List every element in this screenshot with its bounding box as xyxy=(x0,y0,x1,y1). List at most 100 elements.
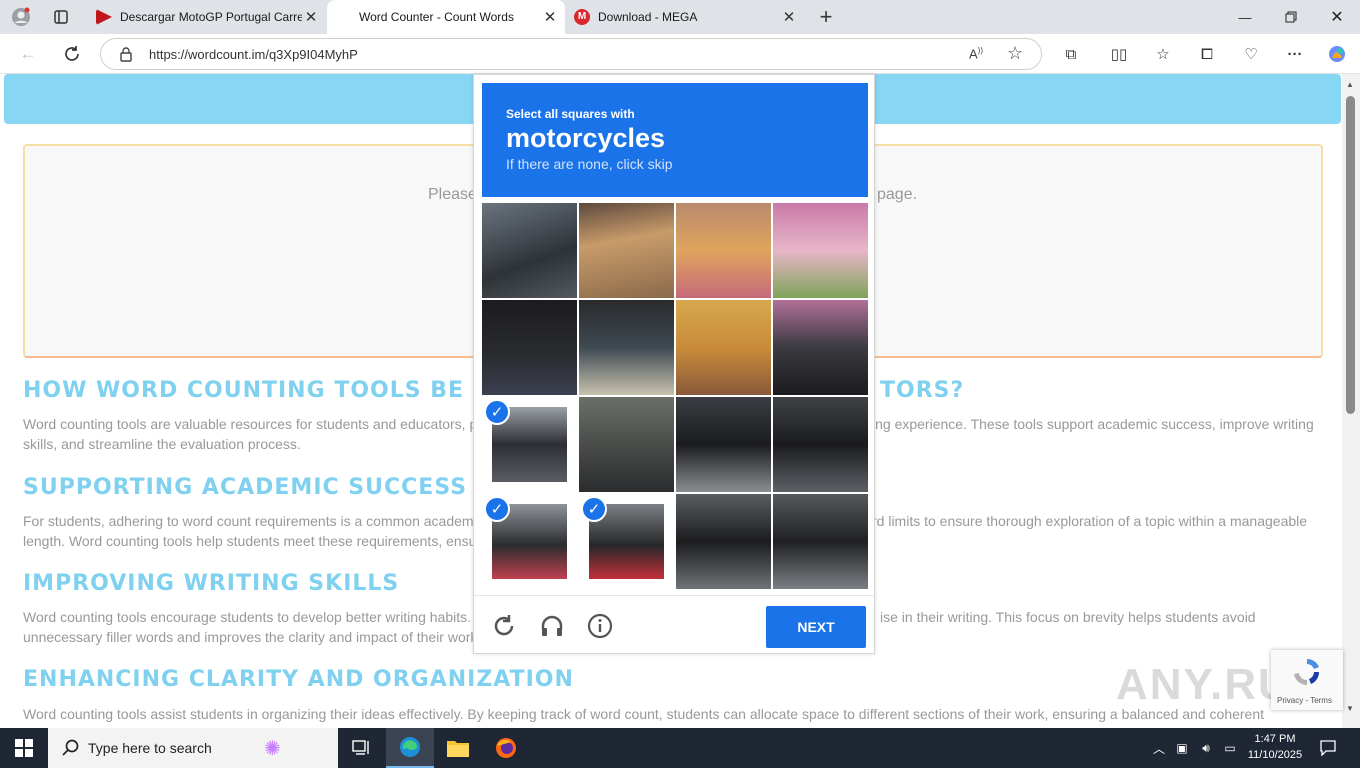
captcha-tile-image xyxy=(773,300,868,395)
copilot-icon[interactable] xyxy=(1324,42,1350,66)
section-heading-tail: TORS? xyxy=(880,378,965,403)
url-text[interactable]: https://wordcount.im/q3Xp9I04MyhP xyxy=(149,47,358,62)
search-highlight-icon: ✺ xyxy=(264,738,281,760)
windows-logo-icon xyxy=(15,739,33,757)
captcha-tile[interactable] xyxy=(676,397,771,492)
captcha-tile-image xyxy=(579,203,674,298)
task-view-icon[interactable] xyxy=(338,728,386,768)
captcha-tile-image xyxy=(579,397,674,492)
search-placeholder[interactable]: Type here to search xyxy=(88,740,212,756)
start-button[interactable] xyxy=(0,728,48,768)
close-tab-icon[interactable]: ✕ xyxy=(302,8,320,26)
section-heading: ENHANCING CLARITY AND ORGANIZATION xyxy=(23,667,574,692)
browser-essentials-icon[interactable]: ♡ xyxy=(1238,42,1264,66)
section-heading: HOW WORD COUNTING TOOLS BE xyxy=(23,378,465,403)
next-button[interactable]: NEXT xyxy=(766,606,866,648)
read-aloud-icon[interactable]: A)) xyxy=(969,46,983,61)
show-hidden-icons-icon[interactable]: ︿ xyxy=(1150,728,1168,768)
lock-icon[interactable] xyxy=(119,46,133,67)
captcha-tile[interactable]: ✓ xyxy=(482,397,577,492)
profile-icon[interactable] xyxy=(8,5,34,29)
tile-selected-check-icon: ✓ xyxy=(581,496,607,522)
tab-actions-icon[interactable] xyxy=(48,5,74,29)
tab-mega[interactable]: M Download - MEGA ✕ xyxy=(566,0,804,34)
url-field[interactable]: https://wordcount.im/q3Xp9I04MyhP A)) ☆ xyxy=(100,38,1042,70)
tab-motogp[interactable]: Descargar MotoGP Portugal Carrera ✕ xyxy=(88,0,326,34)
captcha-tile[interactable] xyxy=(773,397,868,492)
notifications-icon[interactable] xyxy=(1316,728,1340,768)
scrollbar-thumb[interactable] xyxy=(1346,96,1355,414)
recaptcha-terms[interactable]: Privacy - Terms xyxy=(1277,696,1332,705)
captcha-tile[interactable] xyxy=(676,203,771,298)
tab-label: Descargar MotoGP Portugal Carrera xyxy=(120,10,302,24)
captcha-challenge: Select all squares with motorcycles If t… xyxy=(473,74,875,654)
tab-word-counter[interactable]: Word Counter - Count Words ✕ xyxy=(327,0,565,34)
network-icon[interactable]: ▭ xyxy=(1220,728,1240,768)
ad-text-right: page. xyxy=(877,186,918,203)
captcha-tile-image xyxy=(579,300,674,395)
split-screen-icon[interactable]: ▯▯ xyxy=(1106,42,1132,66)
close-tab-icon[interactable]: ✕ xyxy=(541,8,559,26)
captcha-tile[interactable] xyxy=(676,494,771,589)
captcha-tile[interactable] xyxy=(676,300,771,395)
captcha-hint: If there are none, click skip xyxy=(506,156,673,172)
volume-icon[interactable]: 🔊︎ xyxy=(1196,728,1216,768)
captcha-tile[interactable] xyxy=(579,300,674,395)
captcha-image-grid: ✓ ✓ ✓ xyxy=(482,203,868,589)
captcha-tile-image xyxy=(676,203,771,298)
info-icon[interactable] xyxy=(586,612,614,640)
audio-challenge-icon[interactable] xyxy=(538,612,566,640)
extensions-icon[interactable]: ⧉ xyxy=(1058,42,1084,66)
captcha-tile[interactable] xyxy=(773,203,868,298)
scroll-up-icon[interactable]: ▲ xyxy=(1346,80,1354,89)
section-heading: IMPROVING WRITING SKILLS xyxy=(23,571,400,596)
captcha-tile[interactable] xyxy=(579,397,674,492)
refresh-icon[interactable] xyxy=(58,41,86,67)
tile-selected-check-icon: ✓ xyxy=(484,399,510,425)
section-paragraph-tail: ise in their writing. This focus on brev… xyxy=(880,609,1256,625)
section-heading: SUPPORTING ACADEMIC SUCCESS xyxy=(23,475,468,500)
captcha-target: motorcycles xyxy=(506,123,666,153)
tab-label: Word Counter - Count Words xyxy=(359,10,514,24)
paragraph-text: Word counting tools are valuable resourc… xyxy=(23,416,478,432)
motogp-favicon-icon xyxy=(96,9,112,25)
taskbar-search[interactable]: Type here to search ✺ xyxy=(48,728,338,768)
scroll-down-icon[interactable]: ▼ xyxy=(1346,704,1354,713)
captcha-tile-image xyxy=(482,300,577,395)
captcha-tile[interactable]: ✓ xyxy=(579,494,674,589)
back-icon[interactable]: ← xyxy=(14,41,42,67)
meet-now-icon[interactable]: ▣ xyxy=(1172,728,1192,768)
tile-selected-check-icon: ✓ xyxy=(484,496,510,522)
recaptcha-logo-icon xyxy=(1294,659,1319,686)
firefox-icon[interactable] xyxy=(482,728,530,768)
file-explorer-icon[interactable] xyxy=(434,728,482,768)
captcha-tile[interactable] xyxy=(482,203,577,298)
captcha-tile-image xyxy=(773,397,868,492)
close-window-icon[interactable]: ✕ xyxy=(1314,0,1360,34)
tab-bar: Descargar MotoGP Portugal Carrera ✕ Word… xyxy=(0,0,1360,34)
more-menu-icon[interactable]: ··· xyxy=(1282,42,1308,66)
captcha-tile-image xyxy=(482,203,577,298)
restore-icon[interactable] xyxy=(1268,0,1314,34)
collections-icon[interactable]: ⧠ xyxy=(1194,42,1220,66)
address-bar: ← https://wordcount.im/q3Xp9I04MyhP A)) … xyxy=(0,34,1360,74)
search-icon xyxy=(62,739,80,762)
captcha-tile[interactable] xyxy=(482,300,577,395)
reload-icon[interactable] xyxy=(490,612,518,640)
edge-app-icon[interactable] xyxy=(386,728,434,768)
captcha-tile-image xyxy=(676,397,771,492)
recaptcha-badge[interactable]: Privacy - Terms xyxy=(1271,650,1343,710)
captcha-tile[interactable] xyxy=(579,203,674,298)
new-tab-icon[interactable]: + xyxy=(813,4,839,29)
captcha-tile-image xyxy=(773,494,868,589)
captcha-tile[interactable]: ✓ xyxy=(482,494,577,589)
minimize-icon[interactable]: — xyxy=(1222,0,1268,34)
captcha-tile[interactable] xyxy=(773,300,868,395)
close-tab-icon[interactable]: ✕ xyxy=(780,8,798,26)
favorites-icon[interactable]: ☆ xyxy=(1150,42,1176,66)
captcha-instruction: Select all squares with xyxy=(506,107,635,121)
captcha-tile[interactable] xyxy=(773,494,868,589)
page-scrollbar[interactable]: ▲ ▼ xyxy=(1342,74,1360,728)
favorite-star-icon[interactable]: ☆ xyxy=(1007,43,1023,64)
system-clock[interactable]: 1:47 PM 11/10/2025 xyxy=(1244,731,1306,763)
